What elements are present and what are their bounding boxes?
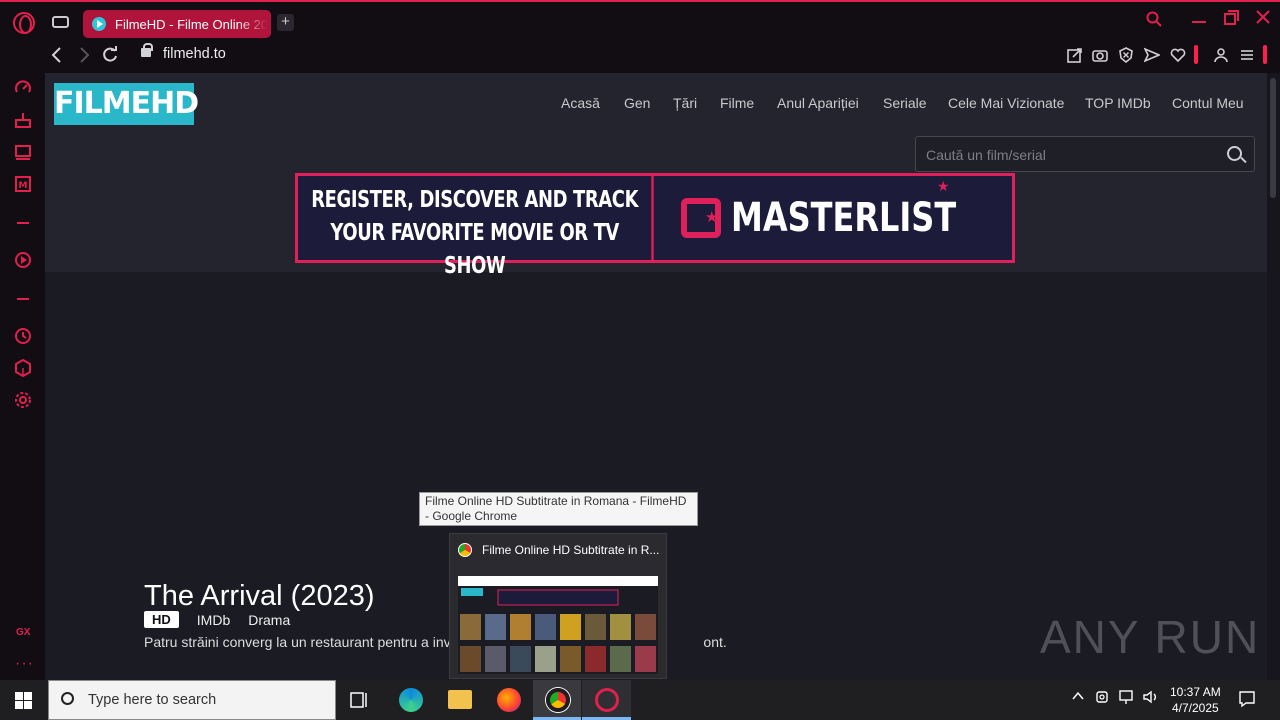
browser-tab-bar: FilmeHD - Filme Online 20 + [0, 0, 1280, 40]
minimize-icon[interactable] [1191, 10, 1207, 31]
speed-dial-icon[interactable] [14, 79, 32, 102]
scrollbar-thumb[interactable] [1270, 78, 1276, 198]
banner-line-2: YOUR FAVORITE MOVIE OR TV SHOW [330, 220, 619, 279]
page-scrollbar[interactable] [1267, 73, 1280, 680]
firefox-icon[interactable] [497, 688, 521, 712]
file-explorer-icon[interactable] [448, 690, 472, 709]
search-placeholder: Caută un film/serial [926, 147, 1046, 163]
nav-gen[interactable]: Gen [624, 95, 650, 111]
hero-description-start: Patru străini converg la un restaurant p… [144, 634, 459, 650]
opera-menu-icon[interactable] [13, 12, 35, 34]
nav-seriale[interactable]: Seriale [883, 95, 927, 111]
easy-setup-icon[interactable] [1239, 47, 1255, 63]
chrome-icon [546, 688, 570, 712]
banner-brand-title: MASTERLIST [730, 195, 956, 241]
camera-icon[interactable] [1092, 47, 1108, 63]
hero-title[interactable]: The Arrival (2023) [144, 580, 375, 613]
quality-badge: HD [144, 611, 179, 628]
profile-icon[interactable] [1213, 47, 1229, 63]
tray-chevron-icon[interactable] [1071, 689, 1085, 706]
opera-gx-icon [595, 688, 619, 712]
extensions-icon[interactable] [14, 358, 32, 382]
tab-title: FilmeHD - Filme Online 20 [115, 16, 269, 32]
forward-icon[interactable] [77, 46, 91, 69]
banner-tagline: REGISTER, DISCOVER AND TRACK YOUR FAVORI… [298, 176, 654, 279]
red-indicator-bar [1194, 45, 1198, 64]
network-icon[interactable] [1118, 689, 1136, 708]
lock-icon[interactable] [141, 43, 153, 57]
restore-icon[interactable] [1224, 10, 1239, 30]
preview-thumbnail[interactable] [458, 566, 658, 674]
window-tooltip: Filme Online HD Subtitrate in Romana - F… [419, 492, 698, 526]
history-icon[interactable] [14, 327, 32, 350]
chrome-icon [458, 543, 472, 557]
nav-contul-meu[interactable]: Contul Meu [1172, 95, 1244, 111]
star-icon: ★ [937, 178, 950, 194]
close-icon[interactable] [1256, 10, 1270, 29]
edge-icon[interactable] [399, 688, 423, 712]
system-clock[interactable]: 10:37 AM 4/7/2025 [1170, 684, 1221, 716]
heart-icon[interactable] [1170, 47, 1186, 63]
windows-start-icon[interactable] [15, 692, 32, 709]
sidebar-more-icon[interactable]: ··· [15, 655, 34, 673]
player-icon[interactable] [14, 251, 32, 274]
nav-cele-mai-vizionate[interactable]: Cele Mai Vizionate [948, 95, 1064, 111]
hero-meta: HD IMDb Drama [144, 611, 290, 628]
url-field[interactable]: filmehd.to [163, 46, 226, 62]
gx-label[interactable]: GX [16, 627, 30, 638]
twitch-icon[interactable] [14, 143, 32, 166]
svg-text:M: M [19, 181, 28, 191]
vpn-shield-icon[interactable] [1118, 47, 1134, 64]
anyrun-watermark: ANY RUN [1040, 611, 1261, 663]
nav-top-imdb[interactable]: TOP IMDb [1085, 95, 1151, 111]
hero-description-end: ont. [703, 634, 727, 650]
browser-sidebar: M [0, 73, 45, 680]
sidebar-divider [17, 222, 29, 224]
banner-line-1: REGISTER, DISCOVER AND TRACK [311, 187, 639, 213]
nav-tari[interactable]: Țări [673, 95, 697, 111]
tab-favicon-icon [92, 17, 106, 31]
settings-gear-icon[interactable] [14, 391, 32, 414]
search-icon [61, 692, 74, 705]
task-view-icon[interactable] [350, 691, 370, 714]
taskbar-window-preview[interactable]: Filme Online HD Subtitrate in R... [449, 533, 667, 679]
nav-filme[interactable]: Filme [720, 95, 754, 111]
meet-now-icon[interactable] [1095, 689, 1111, 708]
masterlist-banner[interactable]: REGISTER, DISCOVER AND TRACK YOUR FAVORI… [295, 173, 1015, 279]
taskbar-search-placeholder: Type here to search [88, 692, 217, 708]
search-icon[interactable] [1227, 146, 1242, 161]
nav-anul-aparitiei[interactable]: Anul Apariției [777, 95, 859, 111]
clock-date: 4/7/2025 [1171, 701, 1219, 715]
screen: FilmeHD - Filme Online 20 + filmehd.to M… [0, 0, 1280, 720]
browser-tab-active[interactable]: FilmeHD - Filme Online 20 [83, 10, 271, 38]
windows-taskbar: Type here to search 10:37 AM 4/7/2025 [0, 680, 1280, 720]
new-tab-button[interactable]: + [277, 14, 294, 31]
red-indicator-bar-right [1263, 45, 1267, 64]
genre-label[interactable]: Drama [248, 612, 290, 628]
search-tabs-icon[interactable] [1146, 11, 1162, 32]
back-icon[interactable] [50, 46, 64, 69]
sidebar-divider-2 [17, 298, 29, 300]
ticket-icon [681, 198, 721, 238]
banner-brand: MASTERLIST ★ [654, 176, 1012, 260]
clock-time: 10:37 AM [1170, 685, 1221, 699]
gamepad-icon[interactable] [52, 16, 69, 28]
gx-control-icon[interactable] [14, 111, 32, 134]
taskbar-search-box[interactable]: Type here to search [48, 680, 336, 720]
notifications-icon[interactable] [1238, 690, 1256, 713]
share-icon[interactable] [1067, 47, 1083, 63]
site-logo[interactable]: FILMEHD [54, 83, 199, 125]
imdb-label: IMDb [196, 611, 231, 628]
send-icon[interactable] [1143, 47, 1162, 63]
search-input[interactable]: Caută un film/serial [915, 136, 1255, 172]
reload-icon[interactable] [102, 46, 118, 69]
gx-corner-icon[interactable]: M [14, 175, 32, 198]
nav-acasa[interactable]: Acasă [561, 95, 600, 111]
site-header: FILMEHD Acasă Gen Țări Filme Anul Apariț… [45, 73, 1267, 135]
volume-icon[interactable] [1142, 689, 1160, 708]
preview-title: Filme Online HD Subtitrate in R... [482, 543, 660, 557]
